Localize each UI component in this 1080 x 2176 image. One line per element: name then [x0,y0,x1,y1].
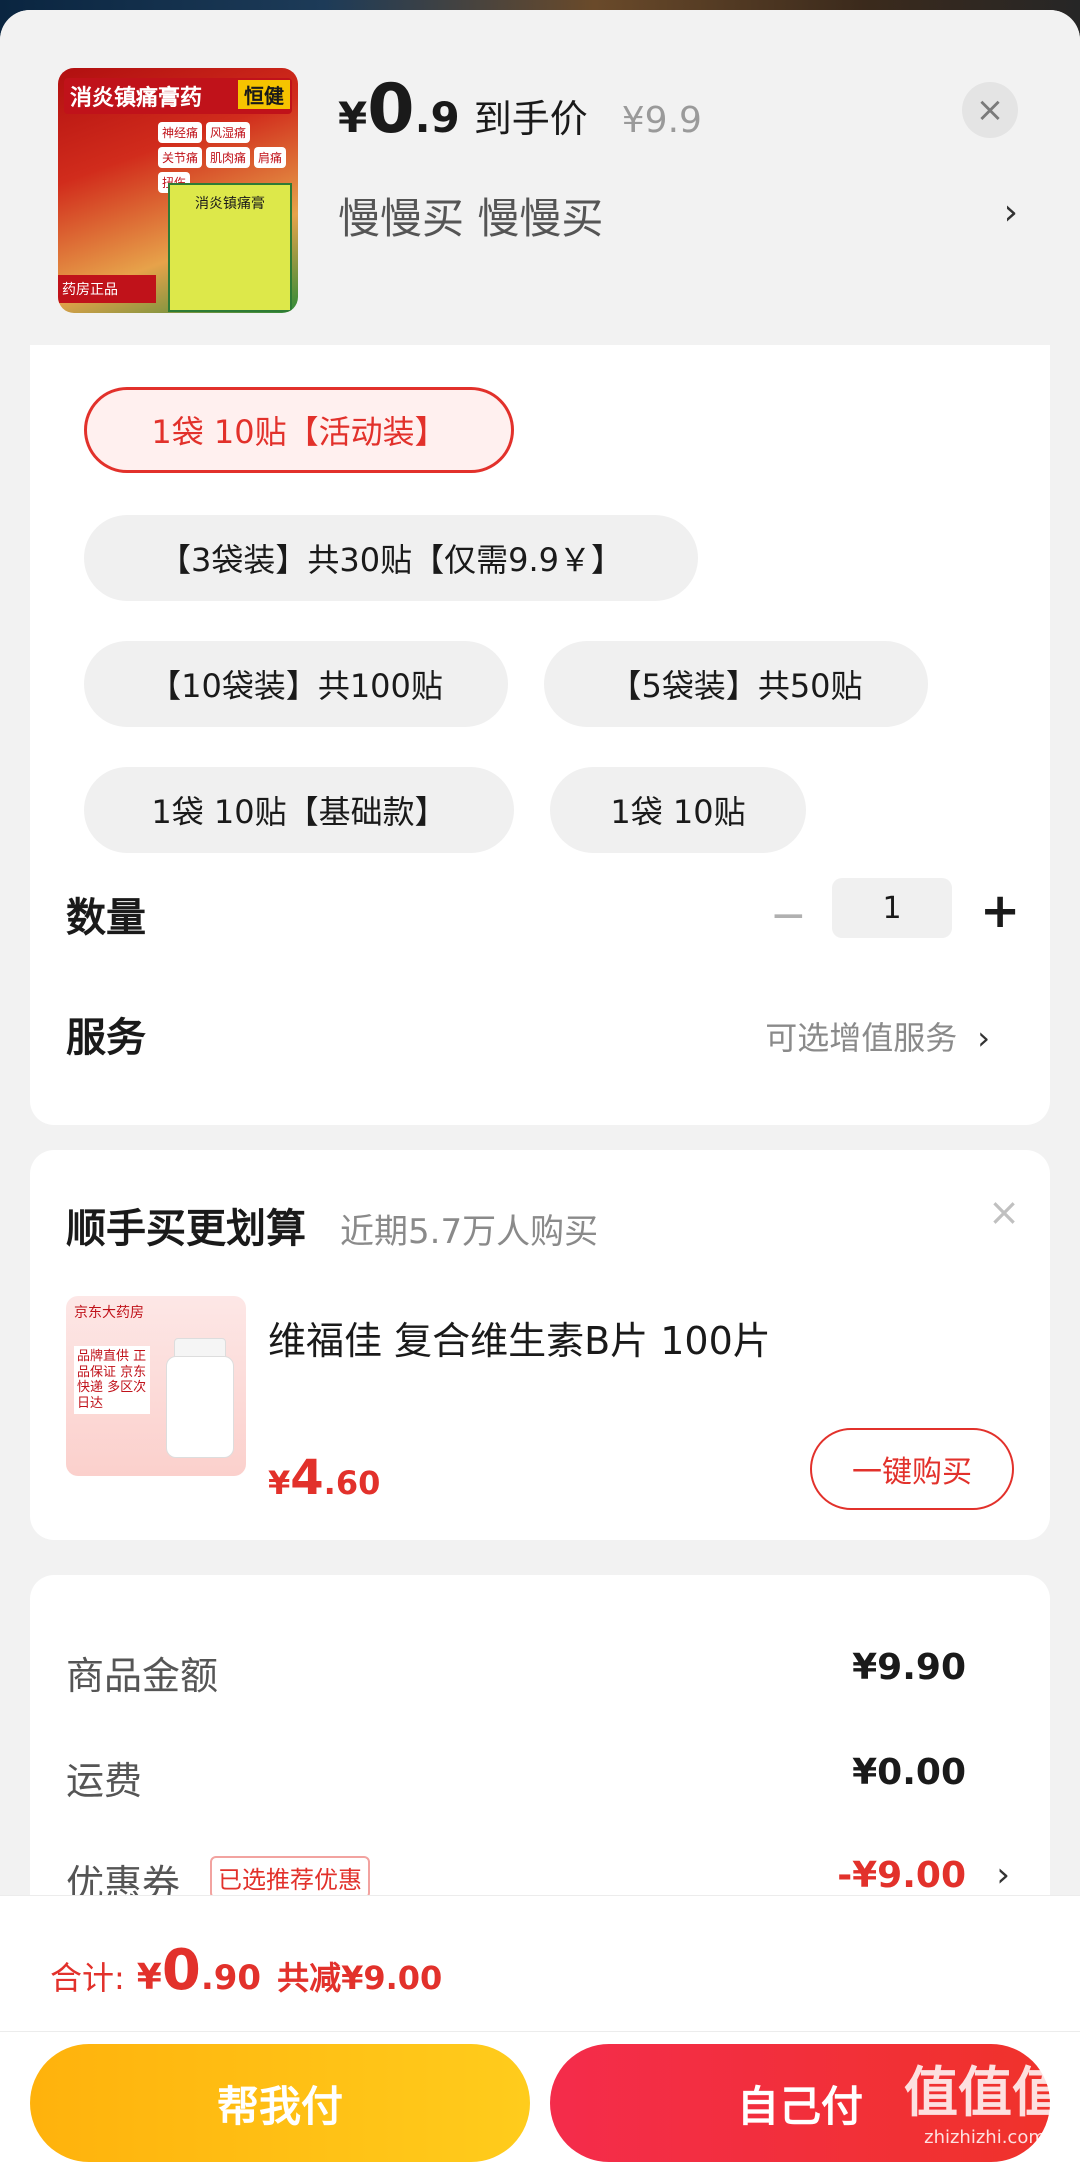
close-icon[interactable]: × [962,82,1018,138]
variant-option[interactable]: 1袋 10贴【基础款】 [84,767,514,853]
product-box-graphic: 消炎镇痛膏 [168,183,292,312]
bundle-price-integer: 4 [290,1450,324,1506]
image-chip: 关节痛 [158,147,203,168]
chevron-right-icon[interactable]: › [1004,192,1018,233]
bundle-price: ¥ 4 .60 [268,1450,380,1506]
total-integer: 0 [161,1938,201,2003]
image-chip: 肌肉痛 [206,147,251,168]
bundle-price-decimal: .60 [323,1464,381,1502]
original-price: ¥9.9 [621,100,702,141]
product-subtitle[interactable]: 慢慢买 慢慢买 [338,185,603,246]
total-row: 合计: ¥ 0 .90 共减¥9.00 [50,1938,442,2003]
variant-option[interactable]: 【5袋装】共50贴 [544,641,928,727]
product-image: 消炎镇痛膏药 恒健 神经痛 风湿痛 关节痛 肌肉痛 肩痛 扭伤 消炎镇痛膏 药房… [58,68,298,313]
quantity-input[interactable]: 1 [832,878,952,938]
coupon-value[interactable]: -¥9.00 [837,1855,966,1896]
product-image-brand: 恒健 [238,80,290,109]
purchase-sheet: 消炎镇痛膏药 恒健 神经痛 风湿痛 关节痛 肌肉痛 肩痛 扭伤 消炎镇痛膏 药房… [0,10,1080,2175]
price-currency: ¥ [338,93,368,142]
price-row: ¥ 0 .9 到手价 ¥9.9 [338,70,702,150]
one-click-buy-button[interactable]: 一键购买 [810,1428,1014,1510]
bundle-card: 顺手买更划算 近期5.7万人购买 × 京东大药房 品牌直供 正品保证 京东快递 … [30,1150,1050,1540]
goods-amount-value: ¥9.90 [852,1647,966,1688]
variant-option[interactable]: 【3袋装】共30贴【仅需9.9￥】 [84,515,698,601]
product-image-badge: 药房正品 [58,275,156,303]
shipping-value: ¥0.00 [852,1752,966,1793]
bundle-product-name[interactable]: 维福佳 复合维生素B片 100片 [268,1310,771,1365]
service-selector[interactable]: 可选增值服务 › [765,1013,990,1059]
variant-option[interactable]: 【10袋装】共100贴 [84,641,508,727]
bundle-image-text: 品牌直供 正品保证 京东快递 多区次日达 [74,1346,150,1415]
shipping-label: 运费 [66,1759,143,1803]
quantity-label: 数量 [66,895,146,941]
quantity-minus-button[interactable]: − [770,890,807,941]
quantity-plus-button[interactable]: + [980,883,1020,939]
bottle-graphic [166,1356,234,1458]
bundle-image-store: 京东大药房 [74,1305,144,1321]
price-decimal: .9 [414,93,460,142]
divider [0,2031,1080,2032]
help-pay-button[interactable]: 帮我付 [30,2044,530,2162]
total-savings: 共减¥9.00 [277,1959,443,1997]
price-label: 到手价 [473,97,588,141]
chevron-right-icon[interactable]: › [996,1855,1010,1895]
watermark-url: zhizhizhi.com [924,2127,1046,2148]
total-label: 合计: [50,1959,125,1997]
goods-amount-label: 商品金额 [66,1654,219,1698]
watermark-logo: 值值值 zhizhizhi.com [904,2048,1066,2148]
bundle-title: 顺手买更划算 [66,1206,306,1252]
chevron-right-icon: › [977,1019,990,1057]
variant-option[interactable]: 1袋 10贴【活动装】 [84,387,514,473]
total-currency: ¥ [136,1957,162,1998]
bundle-price-currency: ¥ [268,1464,291,1502]
bundle-subtitle: 近期5.7万人购买 [340,1212,599,1252]
watermark-text: 值值值 [904,2061,1066,2124]
bundle-product-image[interactable]: 京东大药房 品牌直供 正品保证 京东快递 多区次日达 [66,1296,246,1476]
image-chip: 风湿痛 [206,122,251,143]
total-decimal: .90 [200,1958,262,1998]
variant-card: 1袋 10贴【活动装】 【3袋装】共30贴【仅需9.9￥】 【10袋装】共100… [30,345,1050,1125]
image-chip: 神经痛 [158,122,203,143]
service-value: 可选增值服务 [765,1019,958,1057]
image-chip: 肩痛 [254,147,287,168]
variant-option[interactable]: 1袋 10贴 [550,767,806,853]
close-icon[interactable]: × [988,1190,1020,1234]
product-header: 消炎镇痛膏药 恒健 神经痛 风湿痛 关节痛 肌肉痛 肩痛 扭伤 消炎镇痛膏 药房… [0,10,1080,345]
product-box-label: 消炎镇痛膏 [195,196,265,212]
service-label: 服务 [66,1015,146,1061]
checkout-bar: 合计: ¥ 0 .90 共减¥9.00 帮我付 自己付 值值值 zhizhizh… [0,1895,1080,2176]
price-integer: 0 [367,70,415,149]
coupon-tag: 已选推荐优惠 [210,1856,370,1899]
